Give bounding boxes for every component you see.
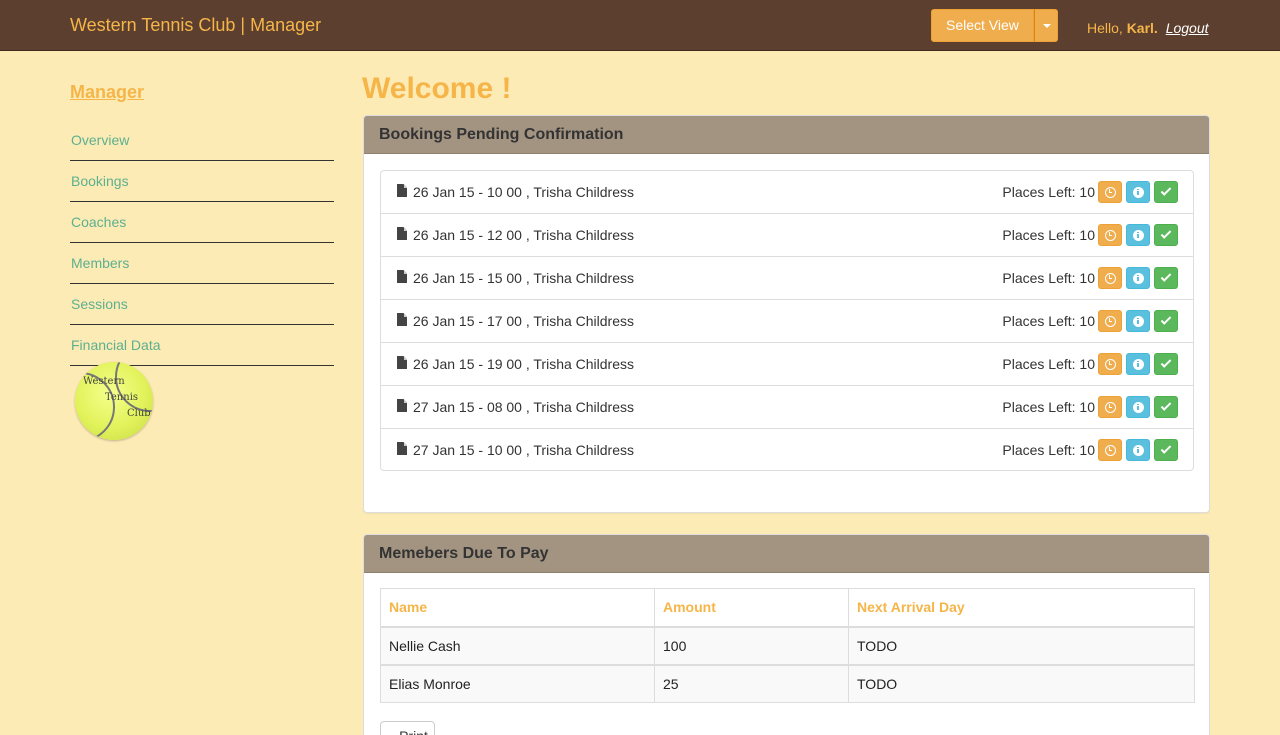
select-view-group: Select View — [931, 9, 1058, 42]
table-row[interactable]: Nellie Cash 100 TODO — [380, 626, 1195, 665]
check-icon[interactable] — [1154, 267, 1178, 289]
places-left: Places Left: 10 — [1002, 313, 1095, 329]
brand-title[interactable]: Western Tennis Club | Manager — [70, 15, 321, 36]
user-name: Karl. — [1126, 20, 1158, 36]
sidebar-item-coaches[interactable]: Coaches — [70, 202, 334, 243]
places-left: Places Left: 10 — [1002, 442, 1095, 458]
column-header-amount[interactable]: Amount — [654, 588, 849, 628]
top-navbar: Western Tennis Club | Manager Select Vie… — [0, 0, 1280, 51]
logo-text-tennis: Tennis — [105, 392, 139, 403]
booking-text: 27 Jan 15 - 08 00 , Trisha Childress — [413, 399, 635, 415]
clock-icon[interactable] — [1098, 310, 1122, 332]
panel-heading: Bookings Pending Confirmation — [364, 116, 1209, 154]
file-icon — [397, 356, 407, 369]
sidebar-nav: Overview Bookings Coaches Members Sessio… — [70, 120, 334, 366]
check-icon[interactable] — [1154, 353, 1178, 375]
check-icon[interactable] — [1154, 396, 1178, 418]
clock-icon[interactable] — [1098, 353, 1122, 375]
check-icon[interactable] — [1154, 224, 1178, 246]
table-header-row: Name Amount Next Arrival Day — [380, 588, 1195, 628]
check-icon[interactable] — [1154, 439, 1178, 461]
info-icon[interactable] — [1126, 224, 1150, 246]
logout-link[interactable]: Logout — [1166, 20, 1209, 36]
file-icon — [397, 270, 407, 283]
info-icon[interactable] — [1126, 181, 1150, 203]
print-button[interactable]: Print — [380, 721, 435, 735]
places-left: Places Left: 10 — [1002, 227, 1095, 243]
info-icon[interactable] — [1126, 310, 1150, 332]
sidebar-item-members[interactable]: Members — [70, 243, 334, 284]
cell-next-arrival-day: TODO — [848, 663, 1195, 703]
page-title: Welcome ! — [362, 72, 512, 105]
clock-icon[interactable] — [1098, 439, 1122, 461]
cell-name: Elias Monroe — [380, 663, 655, 703]
clock-icon[interactable] — [1098, 267, 1122, 289]
select-view-button[interactable]: Select View — [931, 9, 1034, 42]
check-icon[interactable] — [1154, 310, 1178, 332]
places-left: Places Left: 10 — [1002, 184, 1095, 200]
places-left: Places Left: 10 — [1002, 270, 1095, 286]
booking-text: 26 Jan 15 - 15 00 , Trisha Childress — [413, 270, 635, 286]
column-header-next-arrival-day[interactable]: Next Arrival Day — [848, 588, 1195, 628]
club-logo: Western Tennis Club — [75, 362, 153, 440]
list-item[interactable]: 26 Jan 15 - 10 00 , Trisha Childress Pla… — [380, 170, 1194, 214]
places-left: Places Left: 10 — [1002, 399, 1095, 415]
cell-name: Nellie Cash — [380, 626, 655, 665]
cell-amount: 100 — [654, 626, 849, 665]
members-due-table: Name Amount Next Arrival Day Nellie Cash… — [380, 588, 1195, 703]
list-item[interactable]: 26 Jan 15 - 15 00 , Trisha Childress Pla… — [380, 256, 1194, 300]
info-icon[interactable] — [1126, 267, 1150, 289]
file-icon — [397, 442, 407, 455]
file-icon — [397, 313, 407, 326]
sidebar-item-overview[interactable]: Overview — [70, 120, 334, 161]
ball-seam — [115, 362, 153, 412]
clock-icon[interactable] — [1098, 181, 1122, 203]
table-row[interactable]: Elias Monroe 25 TODO — [380, 663, 1195, 703]
sidebar-item-bookings[interactable]: Bookings — [70, 161, 334, 202]
info-icon[interactable] — [1126, 439, 1150, 461]
list-item[interactable]: 27 Jan 15 - 10 00 , Trisha Childress Pla… — [380, 428, 1194, 471]
booking-text: 26 Jan 15 - 10 00 , Trisha Childress — [413, 184, 635, 200]
logo-text-club: Club — [127, 408, 151, 419]
list-item[interactable]: 26 Jan 15 - 17 00 , Trisha Childress Pla… — [380, 299, 1194, 343]
user-greeting: Hello, Karl. Logout — [1087, 20, 1209, 36]
pending-bookings-panel: Bookings Pending Confirmation 26 Jan 15 … — [363, 115, 1210, 513]
file-icon — [397, 184, 407, 197]
list-item[interactable]: 27 Jan 15 - 08 00 , Trisha Childress Pla… — [380, 385, 1194, 429]
booking-text: 26 Jan 15 - 17 00 , Trisha Childress — [413, 313, 635, 329]
members-due-panel: Memebers Due To Pay Name Amount Next Arr… — [363, 534, 1210, 735]
sidebar: Manager Overview Bookings Coaches Member… — [70, 80, 334, 440]
panel-heading: Memebers Due To Pay — [364, 535, 1209, 573]
info-icon[interactable] — [1126, 396, 1150, 418]
clock-icon[interactable] — [1098, 396, 1122, 418]
column-header-name[interactable]: Name — [380, 588, 655, 628]
logo-text-western: Western — [83, 376, 125, 387]
greeting-prefix: Hello, — [1087, 20, 1123, 36]
booking-text: 27 Jan 15 - 10 00 , Trisha Childress — [413, 442, 635, 458]
clock-icon[interactable] — [1098, 224, 1122, 246]
places-left: Places Left: 10 — [1002, 356, 1095, 372]
list-item[interactable]: 26 Jan 15 - 12 00 , Trisha Childress Pla… — [380, 213, 1194, 257]
pending-bookings-list: 26 Jan 15 - 10 00 , Trisha Childress Pla… — [380, 170, 1194, 471]
sidebar-title[interactable]: Manager — [70, 80, 334, 121]
file-icon — [397, 399, 407, 412]
info-icon[interactable] — [1126, 353, 1150, 375]
select-view-caret-icon[interactable] — [1033, 9, 1058, 42]
list-item[interactable]: 26 Jan 15 - 19 00 , Trisha Childress Pla… — [380, 342, 1194, 386]
sidebar-item-sessions[interactable]: Sessions — [70, 284, 334, 325]
file-icon — [397, 227, 407, 240]
sidebar-item-financial-data[interactable]: Financial Data — [70, 325, 334, 366]
booking-text: 26 Jan 15 - 19 00 , Trisha Childress — [413, 356, 635, 372]
cell-next-arrival-day: TODO — [848, 626, 1195, 665]
booking-text: 26 Jan 15 - 12 00 , Trisha Childress — [413, 227, 635, 243]
check-icon[interactable] — [1154, 181, 1178, 203]
cell-amount: 25 — [654, 663, 849, 703]
